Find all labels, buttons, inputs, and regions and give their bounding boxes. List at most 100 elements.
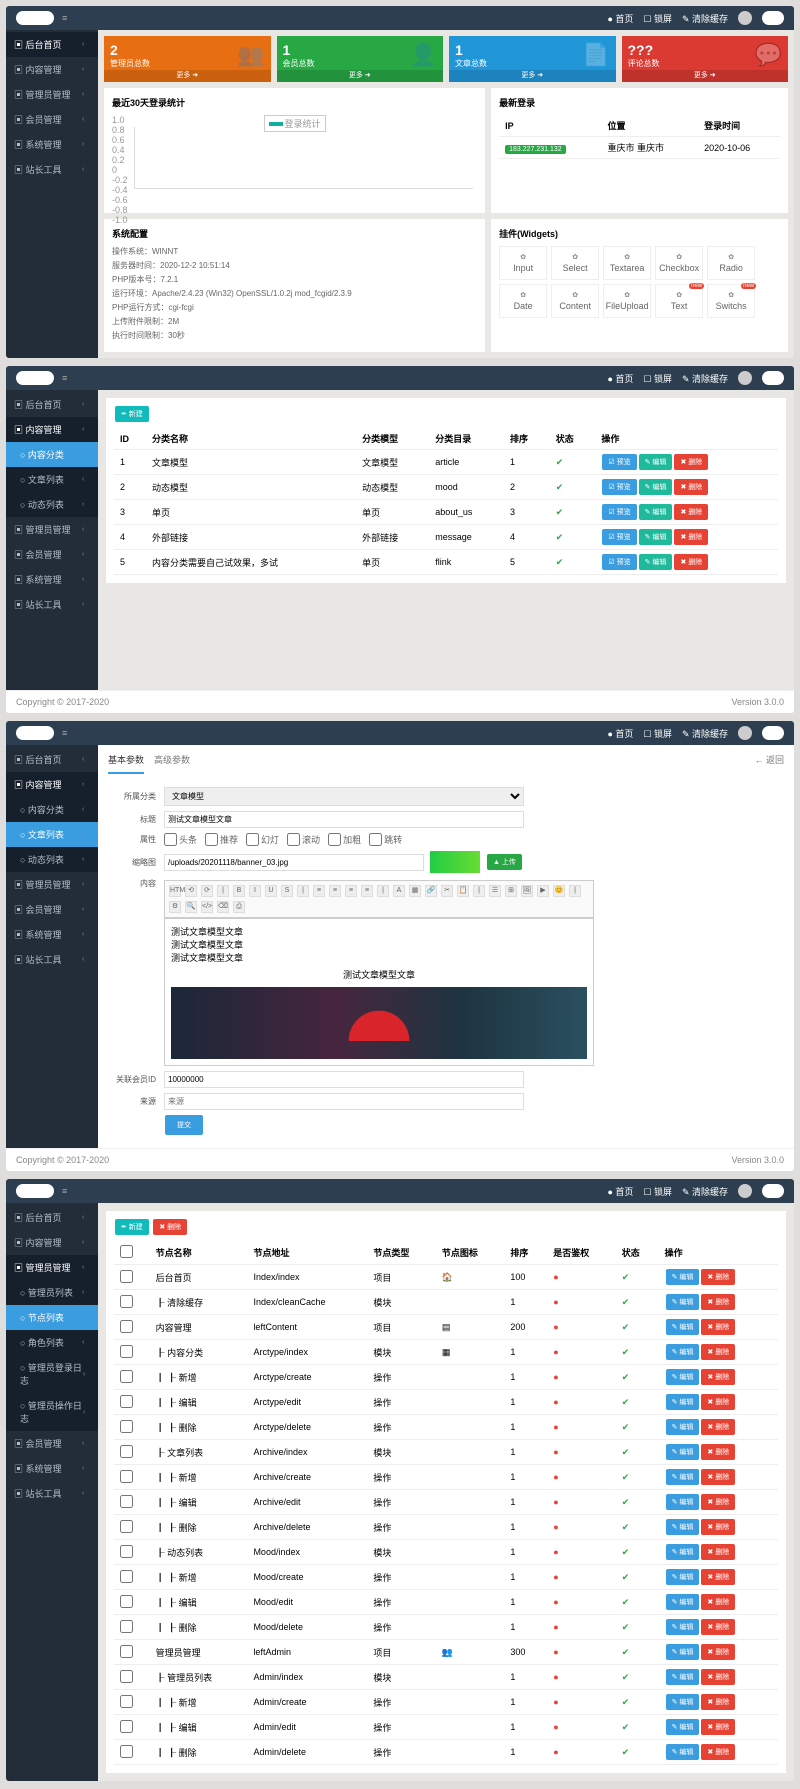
sidebar-item[interactable]: ▣ 内容管理‹	[6, 1230, 98, 1255]
widget-input[interactable]: Input	[499, 246, 547, 280]
row-action[interactable]: ✖ 删除	[701, 1419, 735, 1435]
editor-tool-icon[interactable]: HTML	[169, 885, 181, 897]
sidebar-item[interactable]: ○ 动态列表‹	[6, 492, 98, 517]
row-action[interactable]: ✖ 删除	[701, 1669, 735, 1685]
sidebar-item[interactable]: ▣ 系统管理‹	[6, 132, 98, 157]
row-action[interactable]: ✎ 编辑	[639, 504, 673, 520]
sidebar-item[interactable]: ▣ 会员管理‹	[6, 542, 98, 567]
widget-date[interactable]: Date	[499, 284, 547, 318]
sidebar-item[interactable]: ○ 内容分类‹	[6, 442, 98, 467]
row-action[interactable]: ✖ 删除	[701, 1694, 735, 1710]
widget-text[interactable]: Textnew	[655, 284, 703, 318]
editor-tool-icon[interactable]: A	[393, 885, 405, 897]
row-action[interactable]: ✎ 编辑	[666, 1744, 700, 1760]
row-action[interactable]: ✎ 编辑	[666, 1544, 700, 1560]
sidebar-item[interactable]: ▣ 后台首页‹	[6, 32, 98, 57]
attr-check[interactable]: 幻灯	[246, 833, 279, 846]
sidebar-item[interactable]: ▣ 站长工具‹	[6, 1481, 98, 1506]
attr-check[interactable]: 推荐	[205, 833, 238, 846]
sidebar-item[interactable]: ▣ 系统管理‹	[6, 567, 98, 592]
editor-tool-icon[interactable]: ⊞	[505, 885, 517, 897]
menu-toggle-icon[interactable]: ≡	[62, 728, 67, 738]
sidebar-item[interactable]: ▣ 站长工具‹	[6, 592, 98, 617]
row-action[interactable]: ✎ 编辑	[666, 1344, 700, 1360]
sidebar-item[interactable]: ▣ 管理员管理‹	[6, 82, 98, 107]
row-action[interactable]: ✖ 删除	[701, 1719, 735, 1735]
sidebar-item[interactable]: ▣ 会员管理‹	[6, 107, 98, 132]
editor-tool-icon[interactable]: ☰	[489, 885, 501, 897]
row-action[interactable]: ✎ 编辑	[666, 1394, 700, 1410]
tab-basic[interactable]: 基本参数	[108, 753, 144, 774]
editor-tool-icon[interactable]: 🔍	[185, 901, 197, 913]
tab-advanced[interactable]: 高级参数	[154, 753, 190, 774]
row-action[interactable]: ✖ 删除	[701, 1744, 735, 1760]
widget-checkbox[interactable]: Checkbox	[655, 246, 703, 280]
widget-switchs[interactable]: Switchsnew	[707, 284, 755, 318]
editor-tool-icon[interactable]: ≡	[313, 885, 325, 897]
row-action[interactable]: ✎ 编辑	[639, 454, 673, 470]
user-pill[interactable]	[762, 11, 784, 25]
sidebar-item[interactable]: ▣ 内容管理‹	[6, 57, 98, 82]
widget-radio[interactable]: Radio	[707, 246, 755, 280]
new-button[interactable]: ✒ 新建	[115, 406, 149, 422]
editor-tool-icon[interactable]: ⌫	[217, 901, 229, 913]
editor-tool-icon[interactable]: ▦	[409, 885, 421, 897]
thumb-input[interactable]	[164, 854, 424, 871]
row-action[interactable]: ✖ 删除	[674, 454, 708, 470]
sidebar-item[interactable]: ○ 角色列表‹	[6, 1330, 98, 1355]
row-action[interactable]: ☑ 预览	[602, 504, 636, 520]
stat-card[interactable]: 2管理员总数👥更多 ➜	[104, 36, 271, 82]
sidebar-item[interactable]: ▣ 管理员管理‹	[6, 517, 98, 542]
row-action[interactable]: ✎ 编辑	[666, 1619, 700, 1635]
editor-tool-icon[interactable]: ⎙	[233, 901, 245, 913]
sidebar-item[interactable]: ▣ 内容管理‹	[6, 417, 98, 442]
row-action[interactable]: ✖ 删除	[701, 1594, 735, 1610]
sidebar-item[interactable]: ▣ 系统管理‹	[6, 922, 98, 947]
editor-tool-icon[interactable]: |	[297, 885, 309, 897]
row-action[interactable]: ✖ 删除	[674, 504, 708, 520]
nav-lock[interactable]: ☐ 锁屏	[643, 12, 672, 25]
upload-button[interactable]: ▲ 上传	[487, 854, 522, 870]
src-input[interactable]	[164, 1093, 524, 1110]
row-action[interactable]: ✎ 编辑	[666, 1369, 700, 1385]
sidebar-item[interactable]: ▣ 站长工具‹	[6, 947, 98, 972]
stat-card[interactable]: 1文章总数📄更多 ➜	[449, 36, 616, 82]
editor-tool-icon[interactable]: |	[377, 885, 389, 897]
row-action[interactable]: ✖ 删除	[701, 1469, 735, 1485]
editor-tool-icon[interactable]: 🖼	[521, 885, 533, 897]
row-action[interactable]: ✎ 编辑	[666, 1669, 700, 1685]
menu-toggle-icon[interactable]: ≡	[62, 13, 67, 23]
sidebar-item[interactable]: ▣ 管理员管理‹	[6, 1255, 98, 1280]
avatar[interactable]	[738, 11, 752, 25]
row-action[interactable]: ✖ 删除	[701, 1319, 735, 1335]
row-action[interactable]: ✎ 编辑	[666, 1494, 700, 1510]
row-action[interactable]: ✎ 编辑	[666, 1644, 700, 1660]
row-action[interactable]: ✎ 编辑	[666, 1519, 700, 1535]
editor-tool-icon[interactable]: ≡	[345, 885, 357, 897]
attr-check[interactable]: 加粗	[328, 833, 361, 846]
sidebar-item[interactable]: ▣ 会员管理‹	[6, 1431, 98, 1456]
nav-home[interactable]: ● 首页	[607, 12, 633, 25]
editor-tool-icon[interactable]: B	[233, 885, 245, 897]
editor-tool-icon[interactable]: ✂	[441, 885, 453, 897]
row-action[interactable]: ✖ 删除	[701, 1644, 735, 1660]
rel-input[interactable]	[164, 1071, 524, 1088]
row-action[interactable]: ✎ 编辑	[639, 554, 673, 570]
row-action[interactable]: ✎ 编辑	[666, 1319, 700, 1335]
sidebar-item[interactable]: ○ 文章列表‹	[6, 822, 98, 847]
sidebar-item[interactable]: ▣ 站长工具‹	[6, 157, 98, 182]
editor-tool-icon[interactable]: ▶	[537, 885, 549, 897]
row-action[interactable]: ✖ 删除	[701, 1344, 735, 1360]
editor-tool-icon[interactable]: ≡	[361, 885, 373, 897]
editor-tool-icon[interactable]: </>	[201, 901, 213, 913]
row-action[interactable]: ✖ 删除	[674, 554, 708, 570]
nav-clear-cache[interactable]: ✎ 清除缓存	[682, 12, 728, 25]
row-action[interactable]: ✎ 编辑	[666, 1294, 700, 1310]
row-action[interactable]: ☑ 预览	[602, 554, 636, 570]
row-action[interactable]: ✖ 删除	[701, 1519, 735, 1535]
row-action[interactable]: ✎ 编辑	[666, 1419, 700, 1435]
attr-check[interactable]: 滚动	[287, 833, 320, 846]
row-action[interactable]: ✖ 删除	[674, 529, 708, 545]
row-action[interactable]: ✎ 编辑	[666, 1594, 700, 1610]
sidebar-item[interactable]: ○ 动态列表‹	[6, 847, 98, 872]
